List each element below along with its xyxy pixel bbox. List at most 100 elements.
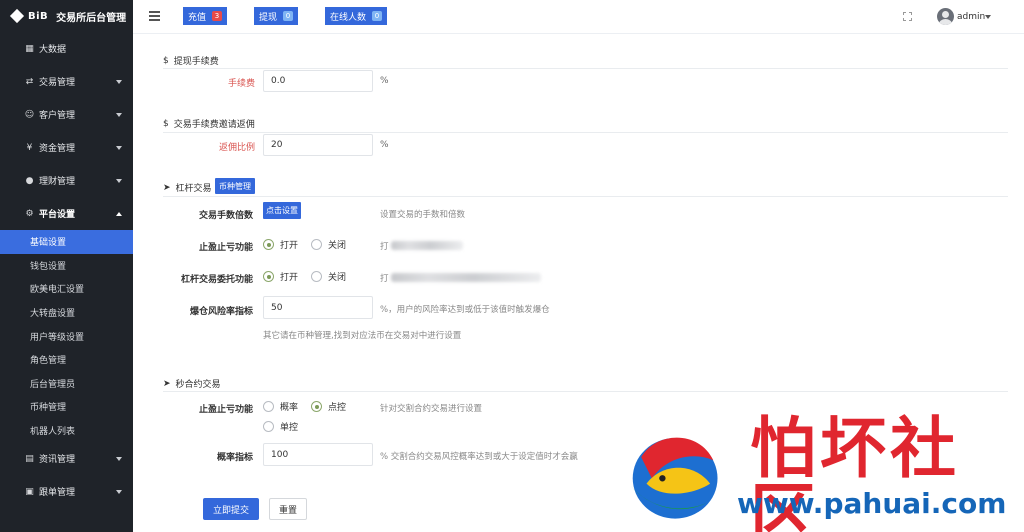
sidebar-item-trade[interactable]: ⇄ 交易管理 bbox=[0, 65, 133, 98]
sidebar: BiB 交易所后台管理 ▦ 大数据 ⇄ 交易管理 ☺ 客户管理 ¥ 资金管理 ●… bbox=[0, 0, 133, 532]
radio-label: 关闭 bbox=[328, 273, 347, 283]
entrust-off-radio[interactable]: 关闭 bbox=[311, 270, 346, 283]
submit-button[interactable]: 立即提交 bbox=[203, 498, 259, 520]
fullscreen-icon[interactable] bbox=[903, 12, 912, 21]
sidebar-subitem-basic-settings[interactable]: 基础设置 bbox=[0, 230, 133, 254]
rebate-ratio-input[interactable]: 20 bbox=[263, 134, 373, 156]
dollar-circle-icon: $ bbox=[163, 118, 169, 129]
probability-hint: % 交割合约交易风控概率达到或大于设定值时才会赢 bbox=[380, 452, 578, 462]
contract-single-radio[interactable]: 单控 bbox=[263, 420, 298, 433]
section-rebate: $ 交易手续费邀请返佣 bbox=[163, 117, 255, 131]
sidebar-item-finance[interactable]: ● 理财管理 bbox=[0, 164, 133, 197]
divider bbox=[163, 196, 1008, 197]
leverage-footnote: 其它请在币种管理,找到对应法币在交易对中进行设置 bbox=[263, 331, 462, 341]
radio-label: 关闭 bbox=[328, 241, 347, 251]
liquidation-input[interactable]: 50 bbox=[263, 296, 373, 319]
sidebar-item-label: 平台设置 bbox=[39, 210, 76, 220]
section-title: 秒合约交易 bbox=[175, 380, 221, 390]
radio-label: 点控 bbox=[328, 403, 347, 413]
sidebar-item-copy-trade[interactable]: ▣ 跟单管理 bbox=[0, 475, 133, 508]
sidebar-subitem-user-level[interactable]: 用户等级设置 bbox=[0, 324, 133, 348]
fee-input[interactable]: 0.0 bbox=[263, 70, 373, 92]
sidebar-item-platform-settings[interactable]: ⚙ 平台设置 bbox=[0, 197, 133, 230]
leverage-stop-label: 止盈止亏功能 bbox=[198, 243, 253, 253]
menu-toggle-icon[interactable] bbox=[149, 11, 160, 23]
blurred-text bbox=[391, 273, 541, 282]
contract-probability-radio[interactable]: 概率 bbox=[263, 400, 298, 413]
radio-checked-icon bbox=[263, 239, 274, 250]
copy-trade-icon: ▣ bbox=[25, 486, 34, 497]
sidebar-subitem-coins[interactable]: 币种管理 bbox=[0, 395, 133, 419]
section-withdraw-fee: $ 提现手续费 bbox=[163, 54, 219, 68]
radio-unchecked-icon bbox=[263, 401, 274, 412]
dollar-circle-icon: $ bbox=[163, 55, 169, 66]
chart-icon: ▦ bbox=[25, 43, 34, 54]
probability-label: 概率指标 bbox=[216, 453, 253, 463]
sidebar-item-label: 客户管理 bbox=[39, 111, 76, 121]
divider bbox=[163, 132, 1008, 133]
section-title: 提现手续费 bbox=[173, 57, 219, 67]
withdraw-label: 提现 bbox=[259, 12, 278, 23]
sidebar-item-funds[interactable]: ¥ 资金管理 bbox=[0, 131, 133, 164]
liquidation-label: 爆仓风险率指标 bbox=[189, 307, 253, 317]
sidebar-subitem-admins[interactable]: 后台管理员 bbox=[0, 372, 133, 396]
section-seconds-contract: ➤ 秒合约交易 bbox=[163, 377, 221, 391]
sidebar-subitem-roles[interactable]: 角色管理 bbox=[0, 348, 133, 372]
multiplier-settings-button[interactable]: 点击设置 bbox=[263, 202, 301, 219]
section-title: 杠杆交易 bbox=[175, 184, 212, 194]
contract-stop-hint: 针对交割合约交易进行设置 bbox=[380, 404, 483, 414]
radio-unchecked-icon bbox=[311, 271, 322, 282]
radio-checked-icon bbox=[263, 271, 274, 282]
radio-label: 打开 bbox=[280, 241, 299, 251]
caret-down-icon[interactable] bbox=[985, 15, 991, 19]
entrust-on-radio[interactable]: 打开 bbox=[263, 270, 298, 283]
leverage-stop-on-radio[interactable]: 打开 bbox=[263, 238, 298, 251]
avatar[interactable] bbox=[937, 8, 954, 25]
online-users-button[interactable]: 在线人数 0 bbox=[325, 7, 388, 25]
leverage-stop-off-radio[interactable]: 关闭 bbox=[311, 238, 346, 251]
user-name[interactable]: admin bbox=[957, 12, 985, 22]
sidebar-subitem-wire-settings[interactable]: 欧美电汇设置 bbox=[0, 277, 133, 301]
recharge-label: 充值 bbox=[188, 12, 207, 23]
sidebar-item-label: 资金管理 bbox=[39, 144, 76, 154]
sidebar-item-news[interactable]: ▤ 资讯管理 bbox=[0, 442, 133, 475]
contract-point-radio[interactable]: 点控 bbox=[311, 400, 346, 413]
withdraw-button[interactable]: 提现 0 bbox=[254, 7, 299, 25]
chevron-down-icon bbox=[116, 178, 122, 183]
sidebar-item-customer[interactable]: ☺ 客户管理 bbox=[0, 98, 133, 131]
multiplier-hint: 设置交易的手数和倍数 bbox=[380, 210, 466, 220]
top-bar: 充值 3 提现 0 在线人数 0 admin bbox=[133, 0, 1024, 34]
send-icon: ➤ bbox=[163, 182, 171, 193]
online-users-count-badge: 0 bbox=[372, 11, 383, 21]
entrust-label: 杠杆交易委托功能 bbox=[180, 275, 253, 285]
radio-checked-icon bbox=[311, 401, 322, 412]
fee-unit: % bbox=[380, 76, 389, 86]
chevron-down-icon bbox=[116, 79, 122, 84]
brand: BiB 交易所后台管理 bbox=[0, 0, 133, 32]
sidebar-subitem-wallet-settings[interactable]: 钱包设置 bbox=[0, 254, 133, 278]
sidebar-item-label: 资讯管理 bbox=[39, 455, 76, 466]
coin-management-button[interactable]: 币种管理 bbox=[215, 178, 255, 194]
chevron-down-icon bbox=[116, 489, 122, 494]
sidebar-item-label: 跟单管理 bbox=[39, 488, 76, 499]
probability-input[interactable]: 100 bbox=[263, 443, 373, 466]
watermark-logo bbox=[630, 437, 718, 519]
users-icon: ☺ bbox=[24, 109, 35, 120]
sidebar-subitem-wheel-settings[interactable]: 大转盘设置 bbox=[0, 301, 133, 325]
chevron-down-icon bbox=[116, 145, 122, 150]
rebate-ratio-label: 返佣比例 bbox=[218, 143, 255, 153]
recharge-count-badge: 3 bbox=[212, 11, 223, 21]
recharge-button[interactable]: 充值 3 bbox=[183, 7, 228, 25]
section-title: 交易手续费邀请返佣 bbox=[173, 120, 255, 130]
online-users-label: 在线人数 bbox=[330, 12, 367, 23]
radio-label: 概率 bbox=[280, 403, 299, 413]
sidebar-item-label: 大数据 bbox=[39, 45, 67, 55]
entrust-hint: 打 bbox=[380, 274, 389, 284]
reset-button[interactable]: 重置 bbox=[269, 498, 307, 520]
radio-label: 单控 bbox=[280, 423, 299, 433]
withdraw-count-badge: 0 bbox=[283, 11, 294, 21]
money-bag-icon: ¥ bbox=[26, 142, 33, 153]
sidebar-item-big-data[interactable]: ▦ 大数据 bbox=[0, 32, 133, 65]
sidebar-subitem-robots[interactable]: 机器人列表 bbox=[0, 419, 133, 443]
sidebar-item-label: 交易管理 bbox=[39, 78, 76, 88]
